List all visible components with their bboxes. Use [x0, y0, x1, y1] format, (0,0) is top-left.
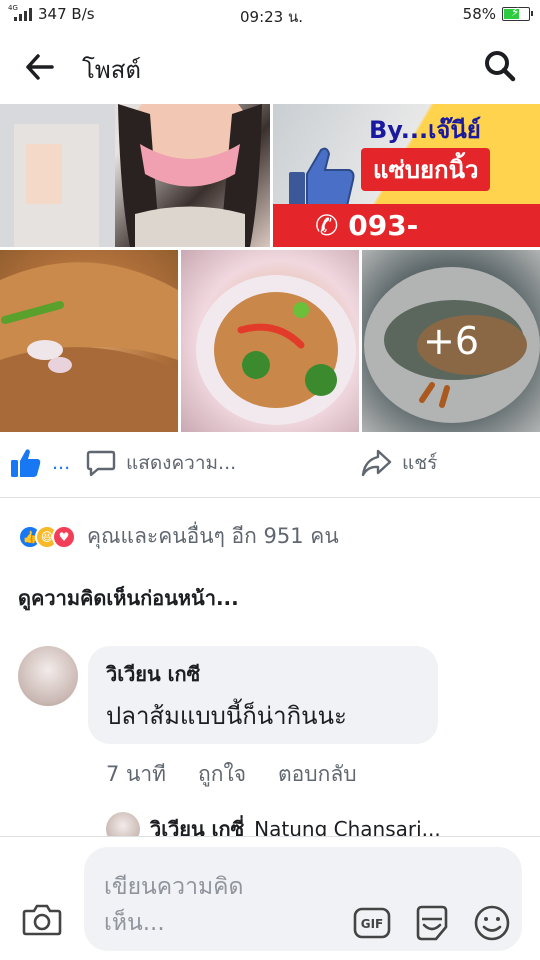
photo-3[interactable]	[0, 250, 178, 432]
comment-label: แสดงความ...	[126, 452, 237, 474]
comment-input[interactable]: เขียนความคิดเห็น... GIF	[84, 847, 522, 951]
comment-bubble[interactable]: วิเวียน เกซี ปลาส้มแบบนี้ก็น่ากินนะ	[88, 646, 438, 744]
view-previous-comments[interactable]: ดูความคิดเห็นก่อนหน้า...	[18, 582, 239, 614]
back-arrow-icon[interactable]	[22, 50, 62, 84]
clock: 09:23 น.	[240, 8, 304, 26]
comment-author[interactable]: วิเวียน เกซี	[106, 658, 420, 690]
like-label: ...	[52, 452, 71, 474]
svg-text:GIF: GIF	[361, 917, 384, 931]
status-left: 4G 347 B/s	[8, 4, 95, 23]
search-icon[interactable]	[482, 48, 518, 84]
comment-composer: เขียนความคิดเห็น... GIF	[0, 837, 540, 960]
share-icon	[361, 449, 392, 477]
comment-placeholder: เขียนความคิดเห็น...	[104, 874, 244, 936]
battery-icon: ⚡	[502, 5, 533, 21]
reactions-count: คุณและคนอื่นๆ อีก 951 คน	[87, 524, 339, 548]
emoji-icon[interactable]	[472, 903, 512, 943]
advert-name: By...เจ๊นีย์	[369, 116, 481, 144]
network-speed: 347 B/s	[38, 5, 95, 23]
photo-4[interactable]	[181, 250, 359, 432]
comment-meta: 7 นาที ถูกใจ ตอบกลับ	[106, 758, 357, 791]
camera-icon[interactable]	[22, 901, 62, 937]
status-right: 58% ⚡	[462, 5, 533, 23]
like-button[interactable]: ...	[10, 448, 70, 478]
divider	[0, 497, 540, 498]
status-bar: 4G 347 B/s 09:23 น. 58% ⚡	[0, 0, 540, 30]
comment-text: ปลาส้มแบบนี้ก็น่ากินนะ	[106, 702, 347, 730]
reaction-icons: 👍 😆 ♥	[18, 524, 76, 549]
thumbs-up-icon	[289, 147, 355, 211]
post-actions: ... แสดงความ... แชร์	[0, 440, 540, 490]
love-reaction-icon: ♥	[52, 524, 76, 549]
thumbs-up-icon	[11, 449, 41, 477]
sticker-icon[interactable]	[412, 903, 452, 943]
photo-2-advert[interactable]: By...เจ๊นีย์ แซ่บยกนิ้ว ✆ 093-5616568	[273, 104, 540, 247]
top-bar: โพสต์	[0, 36, 540, 98]
avatar[interactable]	[18, 646, 78, 706]
share-label: แชร์	[402, 452, 438, 474]
comment-button[interactable]: แสดงความ...	[86, 448, 236, 478]
more-photos-count: +6	[422, 319, 480, 363]
comment-like-button[interactable]: ถูกใจ	[198, 758, 246, 791]
battery-percent: 58%	[462, 5, 496, 23]
advert-tagline: แซ่บยกนิ้ว	[361, 148, 491, 191]
gif-icon[interactable]: GIF	[352, 903, 392, 943]
share-button[interactable]: แชร์	[360, 448, 437, 478]
reactions-summary[interactable]: 👍 😆 ♥ คุณและคนอื่นๆ อีก 951 คน	[18, 520, 339, 553]
page-title: โพสต์	[82, 56, 141, 84]
comment-icon	[86, 450, 116, 477]
comment-reply-button[interactable]: ตอบกลับ	[278, 758, 357, 791]
photo-3-image	[0, 262, 178, 432]
network-type: 4G	[8, 4, 18, 12]
photo-1-image	[0, 104, 262, 247]
photo-4-image	[196, 275, 356, 425]
phone-icon: ✆	[315, 209, 339, 242]
photo-1[interactable]	[0, 104, 270, 247]
advert-phone: ✆ 093-5616568	[273, 204, 540, 247]
comment-time: 7 นาที	[106, 762, 167, 786]
photo-5-more[interactable]: +6	[362, 250, 540, 432]
